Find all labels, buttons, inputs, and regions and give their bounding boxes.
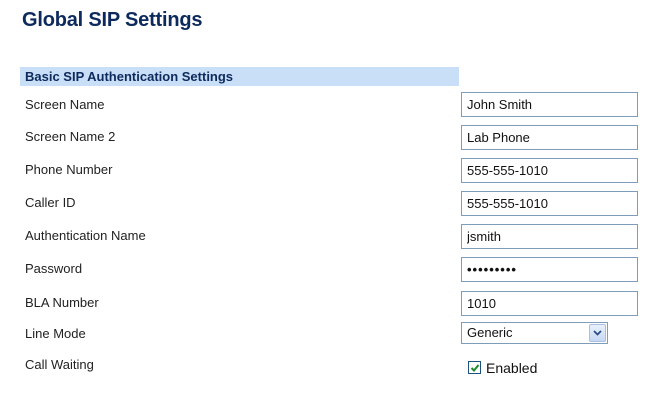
phone-number-label: Phone Number <box>25 162 113 177</box>
chevron-down-icon <box>593 330 602 336</box>
screen-name-label: Screen Name <box>25 97 105 112</box>
screen-name-2-input[interactable] <box>461 125 638 150</box>
line-mode-select[interactable]: Generic <box>461 322 608 344</box>
bla-number-input[interactable] <box>461 291 638 316</box>
screen-name-input[interactable] <box>461 92 638 117</box>
call-waiting-checkbox[interactable] <box>468 361 481 374</box>
select-dropdown-button[interactable] <box>589 324 606 342</box>
bla-number-label: BLA Number <box>25 295 99 310</box>
line-mode-selected-value: Generic <box>467 325 513 340</box>
call-waiting-label: Call Waiting <box>25 357 94 372</box>
caller-id-label: Caller ID <box>25 195 76 210</box>
authentication-name-input[interactable] <box>461 224 638 249</box>
section-header: Basic SIP Authentication Settings <box>20 67 459 86</box>
password-label: Password <box>25 261 83 276</box>
phone-number-input[interactable] <box>461 158 638 183</box>
checkmark-icon <box>470 364 480 372</box>
screen-name-2-label: Screen Name 2 <box>25 129 116 144</box>
authentication-name-label: Authentication Name <box>25 228 146 243</box>
password-input[interactable] <box>461 257 638 282</box>
caller-id-input[interactable] <box>461 191 638 216</box>
page-title: Global SIP Settings <box>22 9 203 31</box>
call-waiting-option-label: Enabled <box>486 360 538 376</box>
line-mode-label: Line Mode <box>25 326 86 341</box>
